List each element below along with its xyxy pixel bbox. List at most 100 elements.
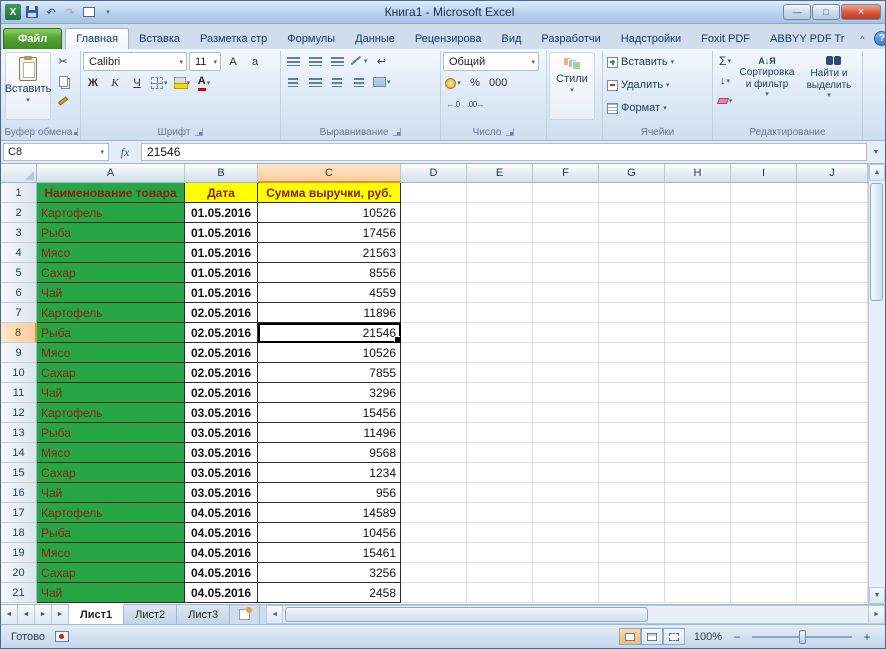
dialog-launcher-icon[interactable] xyxy=(74,128,79,136)
cell-C2[interactable]: 10526 xyxy=(258,203,401,223)
zoom-in-button[interactable]: + xyxy=(859,630,875,644)
cell-F16[interactable] xyxy=(533,483,599,503)
collapse-ribbon-button[interactable]: ^ xyxy=(854,34,870,44)
cell-J8[interactable] xyxy=(797,323,868,343)
row-header-20[interactable]: 20 xyxy=(1,563,37,583)
cell-B20[interactable]: 04.05.2016 xyxy=(185,563,258,583)
grow-font-button[interactable]: А xyxy=(223,53,243,71)
cell-A19[interactable]: Мясо xyxy=(37,543,185,563)
formula-input[interactable]: 21546 xyxy=(141,143,867,161)
cell-D2[interactable] xyxy=(401,203,467,223)
cell-H4[interactable] xyxy=(665,243,731,263)
cell-I20[interactable] xyxy=(731,563,797,583)
row-header-17[interactable]: 17 xyxy=(1,503,37,523)
cell-E16[interactable] xyxy=(467,483,533,503)
font-name-select[interactable]: Calibri ▾ xyxy=(83,52,187,71)
cell-B1[interactable]: Дата xyxy=(185,183,258,203)
cell-I2[interactable] xyxy=(731,203,797,223)
cell-H12[interactable] xyxy=(665,403,731,423)
cell-B10[interactable]: 02.05.2016 xyxy=(185,363,258,383)
cell-E7[interactable] xyxy=(467,303,533,323)
vertical-scrollbar[interactable]: ▲ ▼ xyxy=(868,164,885,604)
percent-style-button[interactable]: % xyxy=(465,74,485,92)
cell-G2[interactable] xyxy=(599,203,665,223)
cell-F10[interactable] xyxy=(533,363,599,383)
decrease-decimal-button[interactable]: .00→ xyxy=(465,95,486,113)
cell-I9[interactable] xyxy=(731,343,797,363)
accounting-format-button[interactable]: ▾ xyxy=(443,74,463,92)
cell-A11[interactable]: Чай xyxy=(37,383,185,403)
cell-G10[interactable] xyxy=(599,363,665,383)
cell-C14[interactable]: 9568 xyxy=(258,443,401,463)
cell-E1[interactable] xyxy=(467,183,533,203)
column-header-H[interactable]: H xyxy=(665,164,731,183)
ribbon-tab-11[interactable]: ABBYY PDF Tr xyxy=(760,29,854,49)
cell-D7[interactable] xyxy=(401,303,467,323)
cell-B18[interactable]: 04.05.2016 xyxy=(185,523,258,543)
cell-G15[interactable] xyxy=(599,463,665,483)
cell-I13[interactable] xyxy=(731,423,797,443)
normal-view-button[interactable] xyxy=(619,628,641,645)
cell-C3[interactable]: 17456 xyxy=(258,223,401,243)
ribbon-tab-7[interactable]: Вид xyxy=(492,29,532,49)
cell-D5[interactable] xyxy=(401,263,467,283)
cell-C9[interactable]: 10526 xyxy=(258,343,401,363)
cell-J10[interactable] xyxy=(797,363,868,383)
cell-D11[interactable] xyxy=(401,383,467,403)
minimize-button[interactable]: — xyxy=(783,4,811,20)
cell-J3[interactable] xyxy=(797,223,868,243)
comma-style-button[interactable]: 000 xyxy=(487,74,509,92)
column-header-E[interactable]: E xyxy=(467,164,533,183)
cell-H13[interactable] xyxy=(665,423,731,443)
column-header-I[interactable]: I xyxy=(731,164,797,183)
prev-sheet-button[interactable]: ◄ xyxy=(18,605,35,624)
cell-H10[interactable] xyxy=(665,363,731,383)
row-header-9[interactable]: 9 xyxy=(1,343,37,363)
cell-J12[interactable] xyxy=(797,403,868,423)
cell-I14[interactable] xyxy=(731,443,797,463)
cell-B6[interactable]: 01.05.2016 xyxy=(185,283,258,303)
cell-J16[interactable] xyxy=(797,483,868,503)
merge-center-button[interactable]: ▾ xyxy=(371,73,393,91)
qat-customize-button[interactable]: ▾ xyxy=(100,4,116,20)
row-header-3[interactable]: 3 xyxy=(1,223,37,243)
cell-B5[interactable]: 01.05.2016 xyxy=(185,263,258,283)
cell-G7[interactable] xyxy=(599,303,665,323)
cell-G20[interactable] xyxy=(599,563,665,583)
cell-F12[interactable] xyxy=(533,403,599,423)
cell-J11[interactable] xyxy=(797,383,868,403)
expand-formula-bar-button[interactable]: ▼ xyxy=(869,143,883,161)
horizontal-scroll-thumb[interactable] xyxy=(285,607,648,622)
cell-B15[interactable]: 03.05.2016 xyxy=(185,463,258,483)
row-header-18[interactable]: 18 xyxy=(1,523,37,543)
row-header-16[interactable]: 16 xyxy=(1,483,37,503)
cell-A7[interactable]: Картофель xyxy=(37,303,185,323)
column-header-A[interactable]: A xyxy=(37,164,185,183)
bold-button[interactable]: Ж xyxy=(83,74,103,92)
column-header-C[interactable]: C xyxy=(258,164,401,183)
cell-A12[interactable]: Картофель xyxy=(37,403,185,423)
cell-E18[interactable] xyxy=(467,523,533,543)
ribbon-tab-10[interactable]: Foxit PDF xyxy=(691,29,760,49)
copy-button[interactable] xyxy=(53,72,73,90)
clear-button[interactable]: ▾ xyxy=(715,92,735,110)
cell-D14[interactable] xyxy=(401,443,467,463)
cell-I12[interactable] xyxy=(731,403,797,423)
cell-B11[interactable]: 02.05.2016 xyxy=(185,383,258,403)
cell-G13[interactable] xyxy=(599,423,665,443)
cell-F2[interactable] xyxy=(533,203,599,223)
cell-F8[interactable] xyxy=(533,323,599,343)
paste-button[interactable]: Вставить ▾ xyxy=(5,52,51,120)
wrap-text-button[interactable]: ↩ xyxy=(372,52,392,70)
row-header-19[interactable]: 19 xyxy=(1,543,37,563)
cell-I10[interactable] xyxy=(731,363,797,383)
sheet-tab-2[interactable]: Лист2 xyxy=(124,605,178,624)
styles-button[interactable]: Стили ▾ xyxy=(549,52,595,120)
insert-cells-button[interactable]: Вставить ▾ xyxy=(605,52,710,72)
cell-G16[interactable] xyxy=(599,483,665,503)
cell-A3[interactable]: Рыба xyxy=(37,223,185,243)
cell-E9[interactable] xyxy=(467,343,533,363)
cell-D6[interactable] xyxy=(401,283,467,303)
align-center-button[interactable] xyxy=(305,73,325,91)
cell-H16[interactable] xyxy=(665,483,731,503)
